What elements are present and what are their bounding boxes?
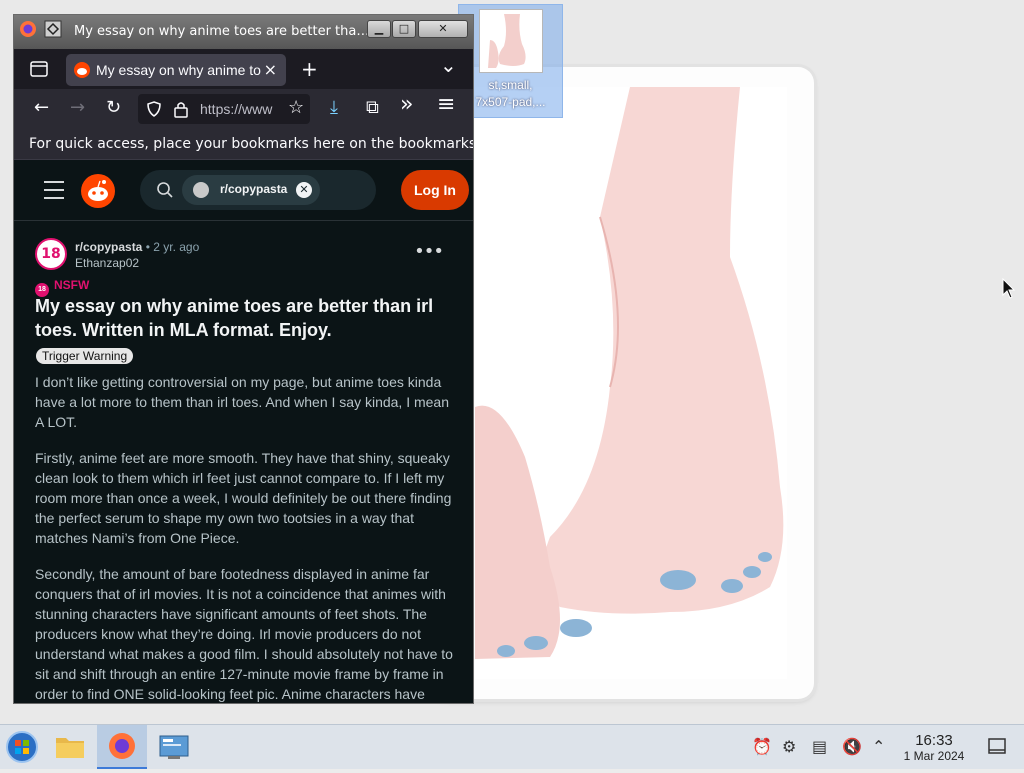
- forward-icon[interactable]: →: [70, 97, 85, 119]
- lock-icon[interactable]: [174, 100, 188, 118]
- window-title: My essay on why anime toes are better th…: [74, 24, 374, 39]
- post-paragraph: Secondly, the amount of bare footedness …: [35, 566, 453, 702]
- extensions-icon[interactable]: ⧉: [366, 97, 379, 119]
- post-title: My essay on why anime toes are better th…: [35, 296, 434, 340]
- subreddit-avatar: [193, 182, 209, 198]
- post-paragraph: Firstly, anime feet are more smooth. The…: [35, 450, 452, 546]
- post-age: 2 yr. ago: [153, 240, 200, 254]
- reddit-favicon-icon: [74, 62, 90, 78]
- taskbar: ⏰ ⚙ ▤ 🔇 ⌃ 16:33 1 Mar 2024: [0, 724, 1024, 769]
- window-titlebar[interactable]: My essay on why anime toes are better th…: [14, 15, 473, 49]
- more-options-icon[interactable]: •••: [414, 241, 444, 262]
- shield-icon[interactable]: [146, 101, 162, 117]
- updates-icon[interactable]: ⚙: [782, 737, 796, 756]
- notifications-icon[interactable]: ⏰: [752, 737, 772, 756]
- menu-icon[interactable]: ≡: [437, 94, 455, 116]
- search-bar[interactable]: r/copypasta ✕: [140, 170, 376, 210]
- window-menu-icon[interactable]: [43, 19, 63, 39]
- login-button[interactable]: Log In: [401, 170, 469, 210]
- url-bar[interactable]: https://www ☆: [138, 94, 310, 124]
- wallpaper-image-viewer: [430, 67, 814, 699]
- downloads-icon[interactable]: ⤓: [330, 97, 338, 119]
- show-desktop-icon[interactable]: [988, 738, 1006, 754]
- tray-expand-icon[interactable]: ⌃: [872, 737, 885, 756]
- firefox-window: My essay on why anime toes are better th…: [13, 14, 474, 704]
- url-text[interactable]: https://www: [200, 101, 280, 117]
- navigation-toolbar: ← → ↻ https://www ☆ ⤓ ⧉ » ≡: [14, 89, 473, 129]
- tab-bar: My essay on why anime toes × + ⌄: [14, 49, 473, 89]
- volume-muted-icon[interactable]: 🔇: [842, 737, 862, 756]
- clock-date[interactable]: 1 Mar 2024: [896, 749, 972, 763]
- tab-close-icon[interactable]: ×: [264, 60, 277, 79]
- post-flair[interactable]: Trigger Warning: [36, 348, 134, 364]
- overflow-icon[interactable]: »: [400, 94, 413, 116]
- tab-reddit-post[interactable]: My essay on why anime toes ×: [66, 54, 286, 86]
- system-monitor-icon: [159, 735, 189, 759]
- start-menu-button[interactable]: [0, 725, 44, 769]
- search-icon[interactable]: [156, 181, 174, 199]
- new-tab-icon[interactable]: +: [301, 57, 318, 81]
- chip-clear-icon[interactable]: ✕: [296, 182, 312, 198]
- firefox-icon: [20, 21, 36, 37]
- subreddit-search-chip[interactable]: r/copypasta ✕: [182, 175, 320, 205]
- clock-time[interactable]: 16:33: [910, 732, 958, 749]
- close-window-button[interactable]: ✕: [418, 20, 468, 38]
- firefox-view-icon[interactable]: [30, 61, 48, 77]
- taskbar-files-button[interactable]: [48, 725, 92, 769]
- tab-label: My essay on why anime toes: [96, 62, 261, 78]
- folder-icon: [56, 738, 84, 758]
- clipboard-icon[interactable]: ▤: [812, 737, 827, 756]
- post-body: I don’t like getting controversial on my…: [35, 372, 455, 703]
- feet-illustration: [475, 87, 787, 679]
- firefox-taskbar-icon: [109, 733, 135, 759]
- file-caption: st,small, 7x507-pad,...: [475, 78, 546, 109]
- post-author[interactable]: Ethanzap02: [75, 256, 139, 270]
- bookmark-star-icon[interactable]: ☆: [288, 97, 304, 119]
- taskbar-app-button[interactable]: [152, 725, 196, 769]
- minimize-button[interactable]: ▁: [367, 20, 391, 38]
- subreddit-link[interactable]: r/copypasta: [75, 240, 142, 254]
- tab-list-icon[interactable]: ⌄: [440, 53, 457, 77]
- taskbar-firefox-button[interactable]: [97, 725, 147, 769]
- chip-label: r/copypasta: [220, 182, 288, 196]
- back-icon[interactable]: ←: [34, 97, 49, 119]
- bookmarks-toolbar: For quick access, place your bookmarks h…: [14, 129, 473, 160]
- mouse-cursor-icon: [1002, 278, 1016, 299]
- subreddit-icon[interactable]: 18: [35, 238, 67, 270]
- reload-icon[interactable]: ↻: [106, 97, 121, 119]
- hamburger-menu-icon[interactable]: [44, 181, 64, 205]
- maximize-button[interactable]: □: [392, 20, 416, 38]
- post-paragraph: I don’t like getting controversial on my…: [35, 374, 450, 430]
- nsfw-label: NSFW: [54, 278, 90, 292]
- reddit-header: r/copypasta ✕ Log In: [14, 160, 473, 221]
- meta-separator: •: [145, 240, 150, 254]
- reddit-page: r/copypasta ✕ Log In 18 r/copypasta • 2 …: [14, 160, 473, 703]
- start-icon: [6, 731, 38, 763]
- post-meta: r/copypasta • 2 yr. ago: [75, 240, 199, 254]
- file-thumbnail: [479, 9, 543, 73]
- reddit-logo-icon[interactable]: [81, 174, 115, 208]
